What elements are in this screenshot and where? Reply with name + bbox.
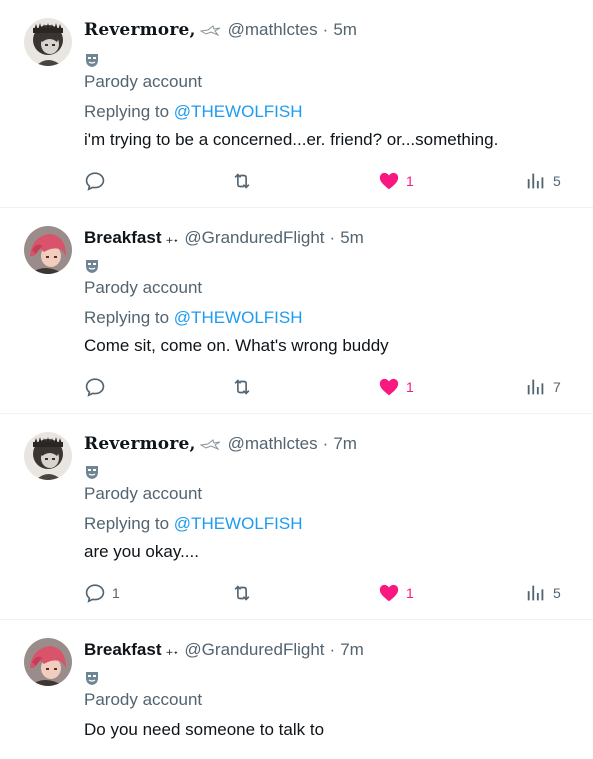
retweet-button[interactable]	[231, 376, 259, 398]
parody-account-label: Parody account	[84, 72, 203, 91]
heart-filled-icon	[379, 378, 399, 396]
parody-account-label: Parody account	[84, 278, 203, 297]
reply-icon	[85, 378, 105, 397]
replying-to-line: Replying to @THEWOLFISH	[84, 514, 303, 534]
views-chart-icon	[527, 173, 544, 189]
timestamp[interactable]: 5m	[340, 228, 364, 248]
timestamp[interactable]: 5m	[333, 20, 357, 40]
tweet[interactable]: Breakfast ₊˖ @GranduredFlight · 5m Parod…	[0, 208, 593, 414]
replying-to-prefix: Replying to	[84, 308, 170, 327]
bird-emoji-icon	[199, 437, 222, 451]
parody-mask-icon	[84, 670, 100, 686]
parody-mask-icon	[84, 464, 100, 480]
tweet-text: Do you need someone to talk to	[84, 720, 325, 739]
avatar[interactable]	[24, 18, 72, 66]
reply-button[interactable]	[84, 376, 112, 398]
views-button[interactable]: 7	[525, 376, 561, 398]
avatar-image	[24, 432, 72, 480]
reply-icon	[85, 172, 105, 191]
reply-button[interactable]	[84, 170, 112, 192]
replying-to-line: Replying to @THEWOLFISH	[84, 102, 303, 122]
replying-to-mention[interactable]: @THEWOLFISH	[174, 514, 303, 533]
parody-mask-icon	[84, 52, 100, 68]
display-name[interactable]: Breakfast	[84, 228, 162, 248]
views-button[interactable]: 5	[525, 582, 561, 604]
views-chart-icon	[527, 379, 544, 395]
replying-to-mention[interactable]: @THEWOLFISH	[174, 102, 303, 121]
like-button[interactable]: 1	[378, 582, 414, 604]
view-count: 7	[553, 379, 561, 395]
avatar[interactable]	[24, 638, 72, 686]
reply-icon	[85, 584, 105, 603]
display-name[interactable]: Breakfast	[84, 640, 162, 660]
replying-to-mention[interactable]: @THEWOLFISH	[174, 308, 303, 327]
reply-button[interactable]: 1	[84, 582, 120, 604]
replying-to-prefix: Replying to	[84, 102, 170, 121]
heart-filled-icon	[379, 172, 399, 190]
like-count: 1	[406, 585, 414, 601]
parody-mask-icon	[84, 258, 100, 274]
replying-to-prefix: Replying to	[84, 514, 170, 533]
replying-to-line: Replying to @THEWOLFISH	[84, 308, 303, 328]
handle[interactable]: @GranduredFlight	[184, 228, 324, 248]
avatar-image	[24, 18, 72, 66]
avatar[interactable]	[24, 226, 72, 274]
sparkle-icon: ₊˖	[165, 642, 179, 659]
tweet-text: Come sit, come on. What's wrong buddy	[84, 336, 389, 355]
tweet-header: Breakfast ₊˖ @GranduredFlight · 7m	[84, 638, 364, 662]
reply-count: 1	[112, 585, 120, 601]
separator-dot: ·	[329, 228, 336, 247]
avatar[interactable]	[24, 432, 72, 480]
display-name[interactable]: Revermore,	[84, 434, 196, 454]
timestamp[interactable]: 7m	[340, 640, 364, 660]
retweet-icon	[234, 585, 250, 601]
parody-account-label: Parody account	[84, 484, 203, 503]
view-count: 5	[553, 173, 561, 189]
action-bar: 1 1 5	[84, 582, 564, 604]
avatar-image	[24, 226, 72, 274]
handle[interactable]: @mathlctes	[228, 434, 318, 454]
like-count: 1	[406, 173, 414, 189]
handle[interactable]: @mathlctes	[228, 20, 318, 40]
parody-account-label: Parody account	[84, 690, 203, 709]
bird-emoji-icon	[199, 23, 222, 37]
action-bar: 1 7	[84, 376, 564, 398]
tweet-header: Revermore, @mathlctes · 5m	[84, 18, 357, 42]
tweet-header: Breakfast ₊˖ @GranduredFlight · 5m	[84, 226, 364, 250]
views-button[interactable]: 5	[525, 170, 561, 192]
sparkle-icon: ₊˖	[165, 230, 179, 247]
tweet[interactable]: Breakfast ₊˖ @GranduredFlight · 7m Parod…	[0, 620, 593, 759]
retweet-button[interactable]	[231, 170, 259, 192]
retweet-icon	[234, 379, 250, 395]
view-count: 5	[553, 585, 561, 601]
action-bar: 1 5	[84, 170, 564, 192]
separator-dot: ·	[329, 640, 336, 659]
retweet-icon	[234, 173, 250, 189]
separator-dot: ·	[322, 20, 329, 39]
timestamp[interactable]: 7m	[333, 434, 357, 454]
avatar-image	[24, 638, 72, 686]
tweet[interactable]: Revermore, @mathlctes · 5m Parody accoun…	[0, 0, 593, 208]
tweet-header: Revermore, @mathlctes · 7m	[84, 432, 357, 456]
display-name[interactable]: Revermore,	[84, 20, 196, 40]
views-chart-icon	[527, 585, 544, 601]
handle[interactable]: @GranduredFlight	[184, 640, 324, 660]
like-count: 1	[406, 379, 414, 395]
like-button[interactable]: 1	[378, 376, 414, 398]
like-button[interactable]: 1	[378, 170, 414, 192]
tweet-text: are you okay....	[84, 542, 199, 561]
separator-dot: ·	[322, 434, 329, 453]
tweet-text: i'm trying to be a concerned...er. frien…	[84, 130, 499, 149]
heart-filled-icon	[379, 584, 399, 602]
tweet[interactable]: Revermore, @mathlctes · 7m Parody accoun…	[0, 414, 593, 620]
retweet-button[interactable]	[231, 582, 259, 604]
